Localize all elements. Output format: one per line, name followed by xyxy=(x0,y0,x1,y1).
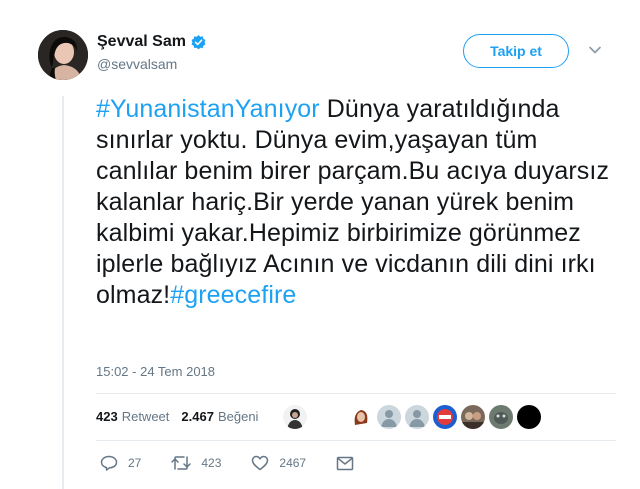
retweet-label[interactable]: Retweet xyxy=(122,409,170,424)
like-action-count: 2467 xyxy=(279,456,307,470)
tweet-card: Şevval Sam @sevvalsam Takip et #Yunanist… xyxy=(0,0,640,489)
liker-avatar[interactable] xyxy=(461,405,485,429)
verified-badge-icon xyxy=(191,34,206,49)
divider xyxy=(96,393,616,394)
likers-avatars xyxy=(283,405,545,429)
liker-avatar[interactable] xyxy=(433,405,457,429)
reply-count: 27 xyxy=(128,456,142,470)
liker-avatar[interactable] xyxy=(517,405,541,429)
like-label[interactable]: Beğeni xyxy=(218,409,258,424)
tweet-actions: 27 423 2467 xyxy=(100,455,394,471)
like-count[interactable]: 2.467 xyxy=(181,409,214,424)
liker-avatar[interactable] xyxy=(489,405,513,429)
user-name-row[interactable]: Şevval Sam xyxy=(97,33,207,51)
retweet-button[interactable]: 423 xyxy=(171,455,221,471)
liker-avatar[interactable] xyxy=(283,405,307,429)
liker-avatar[interactable] xyxy=(377,405,401,429)
retweet-count[interactable]: 423 xyxy=(96,409,118,424)
like-button[interactable]: 2467 xyxy=(251,455,306,471)
retweet-action-count: 423 xyxy=(201,456,222,470)
hashtag-link[interactable]: #greecefire xyxy=(170,281,296,309)
avatar[interactable] xyxy=(38,30,88,80)
reply-button[interactable]: 27 xyxy=(100,455,141,471)
display-name[interactable]: Şevval Sam xyxy=(97,33,186,51)
chevron-down-icon[interactable] xyxy=(588,43,602,57)
liker-avatar[interactable] xyxy=(405,405,429,429)
hashtag-link[interactable]: #YunanistanYanıyor xyxy=(96,95,320,123)
divider xyxy=(96,440,616,441)
follow-button[interactable]: Takip et xyxy=(463,34,569,68)
tweet-timestamp[interactable]: 15:02 - 24 Tem 2018 xyxy=(96,364,215,379)
liker-avatar[interactable] xyxy=(349,405,373,429)
tweet-body: Dünya yaratıldığında sınırlar yoktu. Dün… xyxy=(96,95,610,309)
direct-message-button[interactable] xyxy=(336,456,364,471)
heart-icon xyxy=(252,455,269,471)
retweet-icon xyxy=(171,456,192,470)
thread-rule xyxy=(62,96,64,489)
tweet-text: #YunanistanYanıyor Dünya yaratıldığında … xyxy=(96,94,616,311)
reply-icon xyxy=(100,455,118,471)
avatar-image xyxy=(38,30,88,80)
user-handle[interactable]: @sevvalsam xyxy=(97,56,177,72)
envelope-icon xyxy=(336,456,354,470)
engagement-stats: 423 Retweet 2.467 Beğeni xyxy=(96,409,270,424)
